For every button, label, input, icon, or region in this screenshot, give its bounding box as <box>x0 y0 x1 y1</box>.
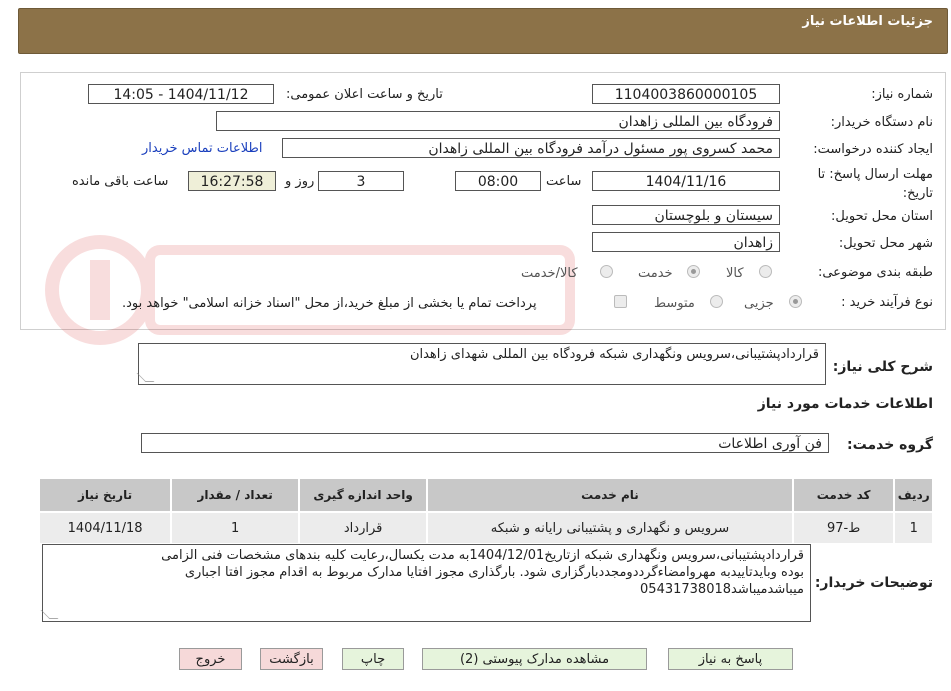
attachments-button[interactable]: مشاهده مدارک پیوستی (2) <box>422 648 647 670</box>
treasury-payment-checkbox[interactable] <box>614 295 627 308</box>
remaining-label: ساعت باقی مانده <box>72 174 169 189</box>
cell-service-name: سرویس و نگهداری و پشتیبانی رایانه و شبکه <box>426 511 794 545</box>
col-service-name: نام خدمت <box>426 477 794 513</box>
col-row-number: ردیف <box>893 477 934 513</box>
buyer-org-field: فرودگاه بین المللی زاهدان <box>216 111 780 131</box>
services-section-title: اطلاعات خدمات مورد نیاز <box>757 396 933 412</box>
process-minor-radio[interactable] <box>789 295 802 308</box>
category-both-radio[interactable] <box>600 265 613 278</box>
deadline-time-field: 08:00 <box>455 171 541 191</box>
resize-grip-icon <box>136 373 155 382</box>
process-minor-label: جزیی <box>744 296 774 311</box>
process-label: نوع فرآیند خرید : <box>841 295 933 310</box>
table-header-row: ردیف کد خدمت نام خدمت واحد اندازه گیری ت… <box>37 477 934 513</box>
table-row: 1 ط-97 سرویس و نگهداری و پشتیبانی رایانه… <box>37 511 934 545</box>
buyer-notes-line-2: بوده وبایدتاییدبه مهروامضاءگرددومجددبارگ… <box>184 565 804 580</box>
category-label: طبقه بندی موضوعی: <box>817 265 933 280</box>
cell-unit: قرارداد <box>298 511 429 545</box>
buyer-notes-label: توضیحات خریدار: <box>814 575 933 591</box>
deadline-label: مهلت ارسال پاسخ: تا تاریخ: <box>817 167 933 201</box>
cell-need-date: 1404/11/18 <box>37 511 173 545</box>
resize-grip-icon <box>40 610 59 619</box>
col-need-date: تاریخ نیاز <box>37 477 173 513</box>
summary-textarea[interactable]: قراردادپشتیبانی،سرویس ونگهداری شبکه فرود… <box>136 343 826 385</box>
summary-text: قراردادپشتیبانی،سرویس ونگهداری شبکه فرود… <box>409 347 819 362</box>
buyer-notes-line-1: قراردادپشتیبانی،سرویس ونگهداری شبکه ازتا… <box>161 548 804 563</box>
treasury-payment-note: پرداخت تمام یا بخشی از مبلغ خرید،از محل … <box>122 296 537 311</box>
requester-label: ایجاد کننده درخواست: <box>813 142 933 157</box>
cell-quantity: 1 <box>170 511 301 545</box>
page-title: جزئیات اطلاعات نیاز <box>802 14 933 29</box>
respond-button[interactable]: پاسخ به نیاز <box>668 648 793 670</box>
col-unit: واحد اندازه گیری <box>298 477 429 513</box>
announce-field: 1404/11/12 - 14:05 <box>88 84 274 104</box>
back-button[interactable]: بازگشت <box>260 648 323 670</box>
exit-button[interactable]: خروج <box>179 648 242 670</box>
city-label: شهر محل تحویل: <box>838 236 933 251</box>
deadline-time-label: ساعت <box>546 174 582 189</box>
days-field: 3 <box>318 171 404 191</box>
service-group-label: گروه خدمت: <box>847 437 933 453</box>
col-service-code: کد خدمت <box>791 477 896 513</box>
category-both-label: کالا/خدمت <box>521 266 578 281</box>
cell-row-number: 1 <box>893 511 934 545</box>
need-number-label: شماره نیاز: <box>871 87 933 102</box>
service-group-field: فن آوری اطلاعات <box>141 433 829 453</box>
remaining-time-field: 16:27:58 <box>188 171 276 191</box>
buyer-org-label: نام دستگاه خریدار: <box>830 115 933 130</box>
need-number-field: 1104003860000105 <box>592 84 780 104</box>
requester-field: محمد کسروی پور مسئول درآمد فرودگاه بین ا… <box>282 138 780 158</box>
announce-label: تاریخ و ساعت اعلان عمومی: <box>286 87 443 102</box>
print-button[interactable]: چاپ <box>342 648 404 670</box>
deadline-date-field: 1404/11/16 <box>592 171 780 191</box>
buyer-notes-line-3: میباشدمیباشد05431738018 <box>640 582 804 597</box>
city-field: زاهدان <box>592 232 780 252</box>
col-quantity: تعداد / مقدار <box>170 477 301 513</box>
days-label: روز و <box>285 174 315 189</box>
category-service-label: خدمت <box>638 266 673 281</box>
category-goods-label: کالا <box>726 266 744 281</box>
buyer-notes-textarea[interactable]: قراردادپشتیبانی،سرویس ونگهداری شبکه ازتا… <box>40 544 811 622</box>
cell-service-code: ط-97 <box>791 511 896 545</box>
process-medium-label: متوسط <box>654 296 695 311</box>
province-label: استان محل تحویل: <box>831 209 933 224</box>
category-service-radio[interactable] <box>687 265 700 278</box>
summary-label: شرح کلی نیاز: <box>832 359 933 375</box>
category-goods-radio[interactable] <box>759 265 772 278</box>
contact-info-link[interactable]: اطلاعات تماس خریدار <box>142 141 262 156</box>
services-table: ردیف کد خدمت نام خدمت واحد اندازه گیری ت… <box>37 477 934 545</box>
process-medium-radio[interactable] <box>710 295 723 308</box>
province-field: سیستان و بلوچستان <box>592 205 780 225</box>
